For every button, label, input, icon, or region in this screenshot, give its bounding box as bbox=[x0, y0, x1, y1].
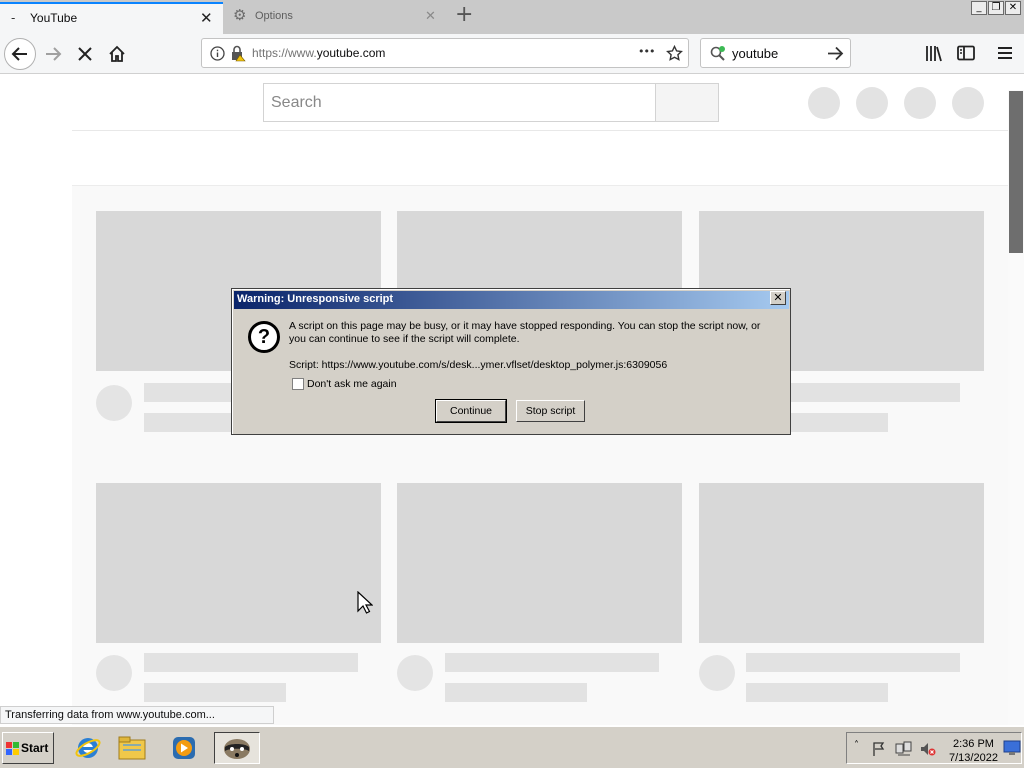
dialog-message: A script on this page may be busy, or it… bbox=[289, 320, 761, 345]
search-placeholder: Search bbox=[271, 94, 322, 111]
tab-title: Options bbox=[255, 10, 293, 22]
search-bar[interactable]: youtube bbox=[700, 38, 851, 68]
video-meta-placeholder bbox=[746, 683, 888, 702]
new-tab-button[interactable]: + bbox=[455, 2, 473, 27]
ie-icon bbox=[75, 738, 101, 758]
placeholder-avatar bbox=[952, 87, 984, 119]
volume-muted-icon[interactable] bbox=[919, 741, 937, 757]
placeholder-icon-button bbox=[904, 87, 936, 119]
menu-icon[interactable] bbox=[996, 45, 1014, 61]
explorer-taskbar-button[interactable] bbox=[114, 732, 150, 764]
minimize-button[interactable]: _ bbox=[971, 1, 987, 15]
header-divider bbox=[72, 130, 1010, 131]
video-meta-placeholder bbox=[144, 683, 286, 702]
unresponsive-script-dialog: Warning: Unresponsive script ✕ ? A scrip… bbox=[231, 288, 791, 435]
system-tray: ˄ 2:36 PM 7/13/2022 bbox=[846, 732, 1022, 764]
channel-avatar-placeholder bbox=[96, 655, 132, 691]
stop-script-button[interactable]: Stop script bbox=[516, 400, 585, 422]
sidebar-icon[interactable] bbox=[957, 45, 975, 61]
youtube-search-input[interactable]: Search bbox=[263, 83, 656, 122]
video-title-placeholder bbox=[445, 653, 659, 672]
clock-date: 7/13/2022 bbox=[949, 752, 998, 764]
search-engine-icon[interactable] bbox=[709, 45, 726, 62]
tab-close-button[interactable]: ✕ bbox=[200, 9, 213, 27]
video-title-placeholder bbox=[746, 653, 960, 672]
youtube-search-button[interactable] bbox=[655, 83, 719, 122]
explorer-icon bbox=[118, 736, 146, 760]
bookmark-star-icon[interactable] bbox=[666, 45, 683, 62]
close-window-button[interactable]: ✕ bbox=[1005, 1, 1021, 15]
restore-button[interactable]: ❐ bbox=[988, 1, 1004, 15]
continue-button[interactable]: Continue bbox=[435, 399, 507, 423]
dont-ask-label[interactable]: Don't ask me again bbox=[307, 378, 397, 390]
start-label: Start bbox=[21, 741, 49, 755]
dialog-script-path: Script: https://www.youtube.com/s/desk..… bbox=[289, 359, 668, 371]
stop-button[interactable] bbox=[69, 38, 101, 70]
app-icon bbox=[224, 739, 250, 759]
channel-avatar-placeholder bbox=[699, 655, 735, 691]
url-domain: youtube.com bbox=[316, 46, 386, 60]
network-icon[interactable] bbox=[895, 741, 913, 757]
clock[interactable]: 2:36 PM 7/13/2022 bbox=[949, 737, 998, 765]
tab-youtube[interactable]: - YouTube ✕ bbox=[0, 2, 223, 34]
page-actions-button[interactable]: ••• bbox=[638, 45, 655, 58]
placeholder-icon-button bbox=[856, 87, 888, 119]
tab-options[interactable]: ⚙ Options ✕ bbox=[224, 2, 446, 32]
dialog-title-bar[interactable]: Warning: Unresponsive script bbox=[234, 291, 789, 309]
back-icon bbox=[11, 47, 27, 61]
url-bar[interactable]: https://www.youtube.com ••• bbox=[201, 38, 689, 68]
navigation-toolbar: https://www.youtube.com ••• youtube bbox=[0, 34, 1024, 74]
tab-loading-icon: - bbox=[11, 11, 16, 25]
search-go-icon[interactable] bbox=[827, 46, 844, 61]
tab-title: YouTube bbox=[30, 11, 78, 25]
tab-strip: - YouTube ✕ ⚙ Options ✕ + _ ❐ ✕ bbox=[0, 0, 1024, 34]
app-taskbar-button[interactable] bbox=[214, 732, 260, 764]
media-player-icon bbox=[173, 737, 195, 759]
status-bar: Transferring data from www.youtube.com..… bbox=[0, 706, 274, 724]
back-button[interactable] bbox=[4, 38, 36, 70]
forward-icon bbox=[46, 47, 62, 61]
url-text: https://www.youtube.com bbox=[252, 46, 385, 60]
dialog-title: Warning: Unresponsive script bbox=[237, 293, 394, 305]
video-title-placeholder bbox=[144, 653, 358, 672]
dont-ask-checkbox[interactable] bbox=[292, 378, 304, 390]
channel-avatar-placeholder bbox=[96, 385, 132, 421]
home-button[interactable] bbox=[101, 38, 133, 70]
video-thumbnail-placeholder bbox=[96, 483, 381, 643]
placeholder-icon-button bbox=[808, 87, 840, 119]
clock-time: 2:36 PM bbox=[952, 738, 994, 750]
info-icon[interactable] bbox=[210, 46, 225, 61]
show-desktop-icon[interactable] bbox=[1003, 740, 1021, 756]
video-meta-placeholder bbox=[445, 683, 587, 702]
action-center-flag-icon[interactable] bbox=[871, 741, 887, 757]
gear-icon: ⚙ bbox=[233, 6, 247, 24]
home-icon bbox=[109, 45, 125, 62]
start-button[interactable]: Start bbox=[2, 732, 54, 764]
windows-flag-icon bbox=[6, 742, 19, 755]
forward-button[interactable] bbox=[37, 38, 69, 70]
lock-icon[interactable] bbox=[230, 45, 246, 62]
question-icon: ? bbox=[248, 321, 280, 353]
taskbar: Start ˄ 2:36 PM 7/13/2022 bbox=[0, 726, 1024, 768]
video-thumbnail-placeholder bbox=[699, 483, 984, 643]
library-icon[interactable] bbox=[925, 45, 943, 62]
mouse-cursor-icon bbox=[357, 591, 373, 614]
channel-avatar-placeholder bbox=[397, 655, 433, 691]
media-player-taskbar-button[interactable] bbox=[166, 732, 202, 764]
dialog-close-button[interactable]: ✕ bbox=[770, 291, 786, 305]
tray-expand-icon[interactable]: ˄ bbox=[854, 740, 859, 751]
search-bar-value: youtube bbox=[732, 46, 779, 61]
stop-icon bbox=[78, 47, 92, 61]
tab-close-button[interactable]: ✕ bbox=[425, 9, 436, 24]
page-scrollbar-thumb[interactable] bbox=[1009, 91, 1023, 253]
video-thumbnail-placeholder bbox=[397, 483, 682, 643]
ie-taskbar-button[interactable] bbox=[70, 732, 106, 764]
url-prefix: https://www. bbox=[252, 46, 317, 60]
